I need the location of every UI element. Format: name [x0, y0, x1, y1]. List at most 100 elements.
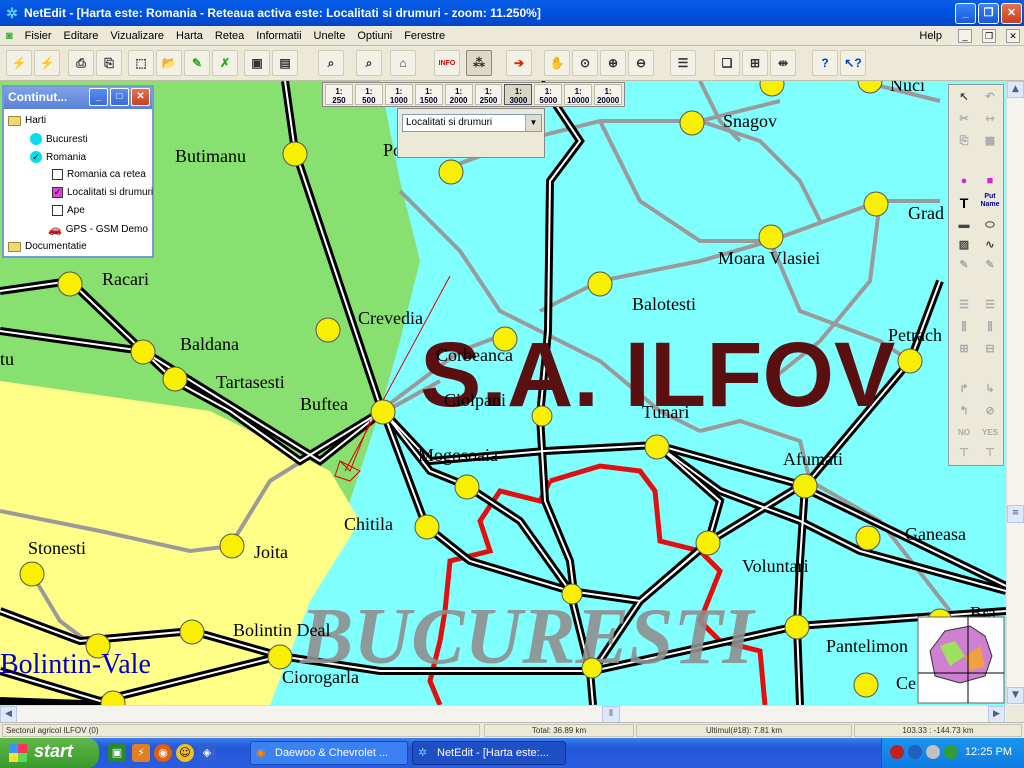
task-netedit[interactable]: ✲ NetEdit - [Harta este:... — [412, 741, 566, 765]
panel-minimize-button[interactable]: _ — [89, 88, 108, 106]
quicklaunch-icon-5[interactable]: ◈ — [198, 744, 216, 762]
rectangle-icon[interactable]: ▬ — [952, 215, 976, 235]
tree-item-gps-gsm-demo[interactable]: 🚗 GPS - GSM Demo — [48, 223, 148, 236]
vertical-scrollbar[interactable]: ▲ ≡ ▼ — [1006, 81, 1024, 705]
quicklaunch-icon-1[interactable]: ▣ — [108, 744, 126, 762]
save-as-icon[interactable]: ▤ — [272, 50, 298, 76]
ellipse-icon[interactable]: ⬭ — [978, 215, 1002, 235]
scroll-down-icon[interactable]: ▼ — [1007, 687, 1024, 704]
security-icon[interactable] — [890, 745, 904, 759]
cascade-windows-icon[interactable]: ❏ — [714, 50, 740, 76]
no-icon[interactable]: NO — [952, 423, 976, 443]
minimap-romania[interactable] — [917, 616, 1005, 704]
print-preview-icon[interactable]: ⎘ — [96, 50, 122, 76]
mdi-restore-button[interactable]: ❐ — [982, 28, 996, 43]
disconnect-icon[interactable]: ⚡ — [34, 50, 60, 76]
point-icon[interactable]: ● — [952, 171, 976, 191]
no-turn-icon[interactable]: ⊘ — [978, 401, 1002, 421]
menu-vizualizare[interactable]: Vizualizare — [104, 30, 170, 42]
open-folder-icon[interactable]: 📂 — [156, 50, 182, 76]
zoom-in-icon[interactable]: ⊕ — [600, 50, 626, 76]
pointer-icon[interactable]: ↖ — [952, 87, 976, 107]
menu-retea[interactable]: Retea — [209, 30, 250, 42]
scroll-right-icon[interactable]: ▶ — [988, 706, 1005, 723]
scale-10000-button[interactable]: 1: 10000 — [564, 84, 593, 105]
arrange-icon[interactable]: ⇹ — [770, 50, 796, 76]
copy-icon[interactable]: ⎘ — [952, 131, 976, 151]
minimize-button[interactable]: _ — [955, 3, 976, 24]
route-start-icon[interactable]: ↱ — [952, 379, 976, 399]
scale-500-button[interactable]: 1: 500 — [354, 84, 383, 105]
info-icon[interactable]: INFO — [434, 50, 460, 76]
panel-close-button[interactable]: ✕ — [131, 88, 150, 106]
mdi-close-button[interactable]: ✕ — [1006, 28, 1020, 43]
horizontal-scrollbar[interactable]: ◀ ⦀ ▶ — [0, 705, 1006, 723]
scale-3000-button[interactable]: 1: 3000 — [504, 84, 533, 105]
checkbox-active[interactable]: ✓ — [52, 187, 63, 198]
table-view-icon[interactable]: ☰ — [670, 50, 696, 76]
flip-icon[interactable]: ⇿ — [978, 109, 1002, 129]
tree-item-harti[interactable]: Harti — [8, 115, 46, 126]
update-icon[interactable] — [944, 745, 958, 759]
edit-line-icon[interactable]: ✎ — [978, 255, 1002, 275]
mdi-minimize-button[interactable]: _ — [958, 28, 972, 43]
cut-icon[interactable]: ✂ — [952, 109, 976, 129]
sign-icon[interactable]: ⊤ — [952, 443, 976, 463]
distribute-icon[interactable]: ⫼ — [952, 317, 976, 337]
tile-windows-icon[interactable]: ⊞ — [742, 50, 768, 76]
menu-ferestre[interactable]: Ferestre — [398, 30, 451, 42]
footprints-icon[interactable]: ⁂ — [466, 50, 492, 76]
yes-icon[interactable]: YES — [978, 423, 1002, 443]
scale-5000-button[interactable]: 1: 5000 — [534, 84, 563, 105]
firefox-icon[interactable]: ◉ — [154, 744, 172, 762]
volume-icon[interactable] — [926, 745, 940, 759]
start-button[interactable]: start — [0, 738, 99, 768]
print-icon[interactable]: ⎙ — [68, 50, 94, 76]
undo-icon[interactable]: ↶ — [978, 87, 1002, 107]
select-area-icon[interactable]: ⬚ — [128, 50, 154, 76]
restore-button[interactable]: ❐ — [978, 3, 999, 24]
tree-item-romania-ca-retea[interactable]: Romania ca retea — [52, 169, 146, 180]
quicklaunch-icon-2[interactable]: ⚡ — [132, 744, 150, 762]
task-daewoo[interactable]: ◉ Daewoo & Chevrolet ... — [250, 741, 408, 765]
checkbox[interactable] — [52, 205, 63, 216]
menu-harta[interactable]: Harta — [170, 30, 209, 42]
tree-item-documentatie[interactable]: Documentatie — [8, 241, 87, 252]
menu-unelte[interactable]: Unelte — [308, 30, 352, 42]
scroll-thumb-vertical[interactable]: ≡ — [1007, 505, 1024, 523]
tree-item-romania[interactable]: ✓ Romania — [30, 151, 86, 163]
chevron-down-icon[interactable]: ▼ — [525, 115, 541, 131]
put-name-icon[interactable]: Put Name — [978, 191, 1002, 211]
menu-informatii[interactable]: Informatii — [250, 30, 307, 42]
scroll-thumb-horizontal[interactable]: ⦀ — [602, 706, 620, 723]
pan-hand-icon[interactable]: ✋ — [544, 50, 570, 76]
panel-maximize-button[interactable]: □ — [110, 88, 129, 106]
ungroup-icon[interactable]: ⊟ — [978, 339, 1002, 359]
align-left-icon[interactable]: ☰ — [952, 295, 976, 315]
save-icon[interactable]: ▣ — [244, 50, 270, 76]
scale-250-button[interactable]: 1: 250 — [325, 84, 353, 105]
document-icon[interactable]: ◙ — [0, 30, 19, 42]
find-building-icon[interactable]: ⌂ — [390, 50, 416, 76]
tree-item-bucuresti[interactable]: Bucuresti — [30, 133, 88, 145]
scroll-up-icon[interactable]: ▲ — [1007, 81, 1024, 98]
menu-optiuni[interactable]: Optiuni — [351, 30, 398, 42]
scale-2500-button[interactable]: 1: 2500 — [474, 84, 503, 105]
close-button[interactable]: ✕ — [1001, 3, 1022, 24]
scale-2000-button[interactable]: 1: 2000 — [444, 84, 473, 105]
scale-20000-button[interactable]: 1: 20000 — [594, 84, 623, 105]
zoom-out-icon[interactable]: ⊖ — [628, 50, 654, 76]
text-tool-icon[interactable]: T — [952, 193, 976, 213]
zoom-icon[interactable]: ⊙ — [572, 50, 598, 76]
sign2-icon[interactable]: ⊤ — [978, 443, 1002, 463]
context-help-icon[interactable]: ↖? — [840, 50, 866, 76]
edit-node-icon[interactable]: ✎ — [952, 255, 976, 275]
scale-1500-button[interactable]: 1: 1500 — [414, 84, 443, 105]
scale-1000-button[interactable]: 1: 1000 — [384, 84, 413, 105]
menu-editare[interactable]: Editare — [58, 30, 105, 42]
distribute-v-icon[interactable]: ⫼ — [978, 317, 1002, 337]
polyline-icon[interactable]: ∿ — [978, 235, 1002, 255]
exit-arrow-icon[interactable]: ➔ — [506, 50, 532, 76]
scroll-left-icon[interactable]: ◀ — [0, 706, 17, 723]
tree-item-localitati[interactable]: ✓ Localitati si drumuri — [52, 187, 153, 198]
